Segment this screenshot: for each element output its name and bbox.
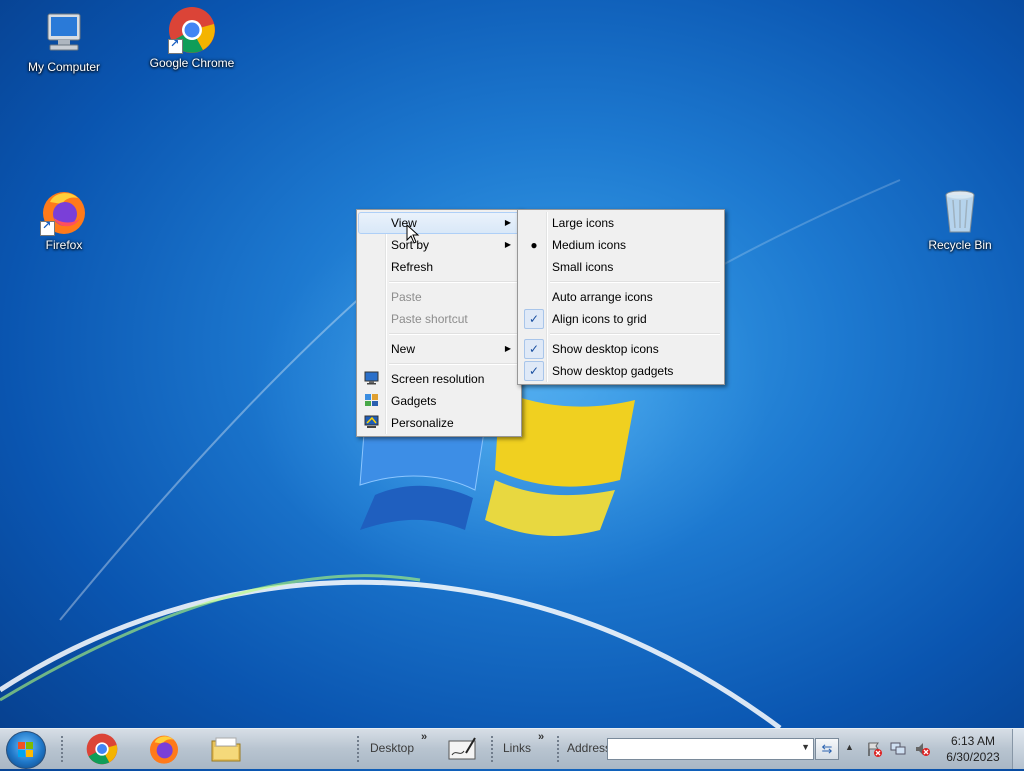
- network-icon[interactable]: [890, 741, 906, 757]
- submenu-item-show-desktop-gadgets[interactable]: ✓ Show desktop gadgets: [520, 360, 722, 382]
- toolbar-grip[interactable]: [356, 735, 360, 763]
- desktop-icon-my-computer[interactable]: My Computer: [19, 10, 109, 74]
- shortcut-arrow-icon: [168, 37, 183, 54]
- checkmark-icon: ✓: [524, 309, 544, 329]
- menu-separator: [550, 281, 720, 283]
- menu-item-label: Medium icons: [552, 238, 627, 252]
- submenu-item-small-icons[interactable]: Small icons: [520, 256, 722, 278]
- menu-item-paste[interactable]: Paste: [359, 286, 519, 308]
- taskbar-grip[interactable]: [60, 735, 64, 763]
- menu-separator: [550, 333, 720, 335]
- desktop-icon-google-chrome[interactable]: Google Chrome: [147, 6, 237, 70]
- toolbar-grip[interactable]: [556, 735, 560, 763]
- desktop-icon-recycle-bin[interactable]: Recycle Bin: [915, 188, 1005, 252]
- submenu-item-align-icons-to-grid[interactable]: ✓ Align icons to grid: [520, 308, 722, 330]
- chrome-icon: [168, 6, 216, 54]
- view-submenu: Large icons ● Medium icons Small icons A…: [517, 209, 725, 385]
- menu-item-paste-shortcut[interactable]: Paste shortcut: [359, 308, 519, 330]
- submenu-item-large-icons[interactable]: Large icons: [520, 212, 722, 234]
- action-center-flag-icon[interactable]: [866, 741, 882, 757]
- show-desktop-button[interactable]: [1012, 729, 1024, 769]
- chevron-right-icon[interactable]: »: [538, 731, 544, 743]
- desktop-toolbar-label[interactable]: Desktop: [370, 741, 414, 755]
- clock-date: 6/30/2023: [946, 750, 1000, 764]
- menu-item-refresh[interactable]: Refresh: [359, 256, 519, 278]
- tablet-pen-icon: [448, 737, 476, 760]
- menu-item-label: Paste: [391, 290, 422, 304]
- go-arrows-icon: ⇆: [821, 741, 833, 756]
- menu-item-label: Screen resolution: [391, 372, 485, 386]
- firefox-icon: [150, 735, 178, 764]
- address-field[interactable]: ▼: [607, 738, 814, 760]
- menu-separator: [389, 363, 517, 365]
- menu-item-label: New: [391, 342, 416, 356]
- radio-bullet-icon: ●: [530, 238, 538, 252]
- taskbar-chrome-button[interactable]: [86, 733, 118, 765]
- firefox-icon: [40, 188, 88, 236]
- menu-separator: [389, 333, 517, 335]
- submenu-arrow-icon: ▶: [504, 344, 511, 353]
- menu-item-label: Paste shortcut: [391, 312, 468, 326]
- clock-time: 6:13 AM: [950, 734, 996, 748]
- desktop-icon-label: Firefox: [45, 238, 83, 252]
- personalize-icon: [364, 415, 379, 428]
- address-input[interactable]: [608, 739, 794, 757]
- shortcut-arrow-icon: [40, 219, 55, 236]
- menu-item-label: Show desktop gadgets: [552, 364, 674, 378]
- taskbar-firefox-button[interactable]: [148, 733, 180, 765]
- links-toolbar-label[interactable]: Links: [503, 741, 531, 755]
- desktop-context-menu: View ▶ Sort by ▶ Refresh Paste Paste sho…: [356, 209, 522, 437]
- desktop-icon-firefox[interactable]: Firefox: [19, 188, 109, 252]
- menu-item-view[interactable]: View ▶: [358, 212, 520, 234]
- taskbar-tablet-input-button[interactable]: [446, 733, 478, 765]
- menu-item-gadgets[interactable]: Gadgets: [359, 390, 519, 412]
- menu-item-label: Show desktop icons: [552, 342, 659, 356]
- start-button[interactable]: [6, 731, 46, 769]
- menu-item-new[interactable]: New ▶: [359, 338, 519, 360]
- menu-item-screen-resolution[interactable]: Screen resolution: [359, 368, 519, 390]
- windows-logo-icon: [18, 742, 33, 757]
- desktop-icon-label: My Computer: [27, 60, 101, 74]
- desktop-icon-label: Google Chrome: [149, 56, 235, 70]
- submenu-item-medium-icons[interactable]: ● Medium icons: [520, 234, 722, 256]
- volume-muted-icon[interactable]: [914, 741, 930, 757]
- chrome-icon: [86, 733, 118, 765]
- show-hidden-icons-button[interactable]: ▲: [845, 742, 854, 752]
- menu-item-label: Small icons: [552, 260, 614, 274]
- mouse-cursor: [406, 224, 420, 244]
- checkmark-icon: ✓: [524, 361, 544, 381]
- menu-item-label: Large icons: [552, 216, 615, 230]
- submenu-arrow-icon: ▶: [504, 240, 511, 249]
- monitor-icon: [364, 371, 379, 385]
- desktop-icon-label: Recycle Bin: [928, 238, 992, 252]
- toolbar-grip[interactable]: [490, 735, 494, 763]
- taskbar: Desktop » Links » Address ▼ ⇆ ▲ 6:13 AM …: [0, 728, 1024, 769]
- recycle-bin-icon: [936, 188, 984, 236]
- folder-icon: [211, 737, 241, 762]
- menu-separator: [389, 281, 517, 283]
- submenu-arrow-icon: ▶: [504, 218, 511, 227]
- computer-icon: [40, 10, 88, 58]
- menu-item-label: Align icons to grid: [552, 312, 647, 326]
- dropdown-arrow-icon[interactable]: ▼: [801, 742, 810, 752]
- chevron-right-icon[interactable]: »: [421, 731, 427, 743]
- checkmark-icon: ✓: [524, 339, 544, 359]
- menu-item-personalize[interactable]: Personalize: [359, 412, 519, 434]
- menu-item-label: Refresh: [391, 260, 434, 274]
- submenu-item-auto-arrange-icons[interactable]: Auto arrange icons: [520, 286, 722, 308]
- menu-item-label: Personalize: [391, 416, 454, 430]
- taskbar-clock[interactable]: 6:13 AM 6/30/2023: [940, 733, 1006, 765]
- menu-item-sort-by[interactable]: Sort by ▶: [359, 234, 519, 256]
- menu-item-label: Gadgets: [391, 394, 437, 408]
- taskbar-explorer-button[interactable]: [210, 733, 242, 765]
- submenu-item-show-desktop-icons[interactable]: ✓ Show desktop icons: [520, 338, 722, 360]
- address-toolbar-label: Address: [567, 741, 612, 755]
- address-go-button[interactable]: ⇆: [815, 738, 839, 760]
- gadgets-icon: [365, 394, 378, 406]
- menu-item-label: Auto arrange icons: [552, 290, 653, 304]
